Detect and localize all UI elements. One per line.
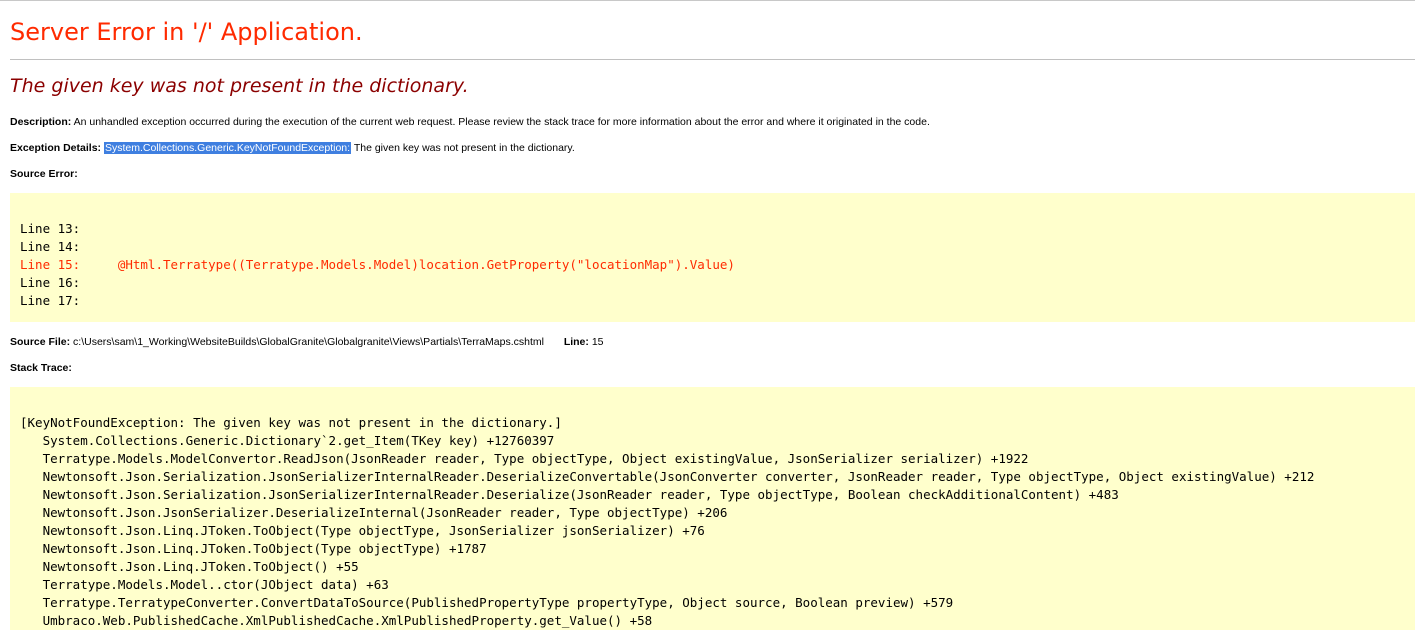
error-message-heading: The given key was not present in the dic… xyxy=(10,75,469,97)
stack-trace-line: Newtonsoft.Json.JsonSerializer.Deseriali… xyxy=(20,505,728,520)
stack-trace-line: Terratype.Models.ModelConvertor.ReadJson… xyxy=(20,451,1029,466)
source-error-code-block[interactable]: Line 13: Line 14: Line 15: @Html.Terraty… xyxy=(10,193,1415,322)
source-error-heading: Source Error: xyxy=(10,168,78,180)
stack-trace-line: [KeyNotFoundException: The given key was… xyxy=(20,415,562,430)
stack-trace-line: Terratype.TerratypeConverter.ConvertData… xyxy=(20,595,954,610)
stack-trace-line: Newtonsoft.Json.Serialization.JsonSerial… xyxy=(20,487,1119,502)
source-file-label: Source File: xyxy=(10,336,71,348)
description-label: Description: xyxy=(10,116,72,128)
page-title: Server Error in '/' Application. xyxy=(10,18,363,46)
source-line: Line 16: xyxy=(20,275,81,290)
stack-trace-heading: Stack Trace: xyxy=(10,362,72,374)
source-line-highlighted: Line 15: @Html.Terratype((Terratype.Mode… xyxy=(20,257,735,272)
description-row: Description: An unhandled exception occu… xyxy=(10,116,930,128)
description-text[interactable]: An unhandled exception occurred during t… xyxy=(74,116,930,128)
source-line: Line 17: xyxy=(20,293,81,308)
stack-trace-line: Umbraco.Web.PublishedCache.XmlPublishedC… xyxy=(20,613,653,628)
source-line: Line 14: xyxy=(20,239,81,254)
stack-trace-line: Newtonsoft.Json.Serialization.JsonSerial… xyxy=(20,469,1315,484)
source-line: Line 13: xyxy=(20,221,81,236)
title-divider xyxy=(10,59,1415,60)
stack-trace-line: System.Collections.Generic.Dictionary`2.… xyxy=(20,433,555,448)
exception-type-selected[interactable]: System.Collections.Generic.KeyNotFoundEx… xyxy=(103,142,352,154)
stack-trace-code-block[interactable]: [KeyNotFoundException: The given key was… xyxy=(10,387,1415,630)
source-line-number: 15 xyxy=(591,336,604,348)
stack-trace-line: Newtonsoft.Json.Linq.JToken.ToObject() +… xyxy=(20,559,359,574)
source-error-label: Source Error: xyxy=(10,168,78,180)
stack-trace-label: Stack Trace: xyxy=(10,362,72,374)
stack-trace-line: Terratype.Models.Model..ctor(JObject dat… xyxy=(20,577,389,592)
source-file-path[interactable]: c:\Users\sam\1_Working\WebsiteBuilds\Glo… xyxy=(73,336,544,348)
stack-trace-line: Newtonsoft.Json.Linq.JToken.ToObject(Typ… xyxy=(20,541,487,556)
source-line-label: Line: xyxy=(563,336,589,348)
source-file-row: Source File: c:\Users\sam\1_Working\Webs… xyxy=(10,336,604,348)
top-border xyxy=(0,0,1415,1)
stack-trace-line: Newtonsoft.Json.Linq.JToken.ToObject(Typ… xyxy=(20,523,705,538)
exception-details-row: Exception Details: System.Collections.Ge… xyxy=(10,142,575,154)
exception-details-text[interactable]: The given key was not present in the dic… xyxy=(354,142,575,154)
exception-details-label: Exception Details: xyxy=(10,142,102,154)
